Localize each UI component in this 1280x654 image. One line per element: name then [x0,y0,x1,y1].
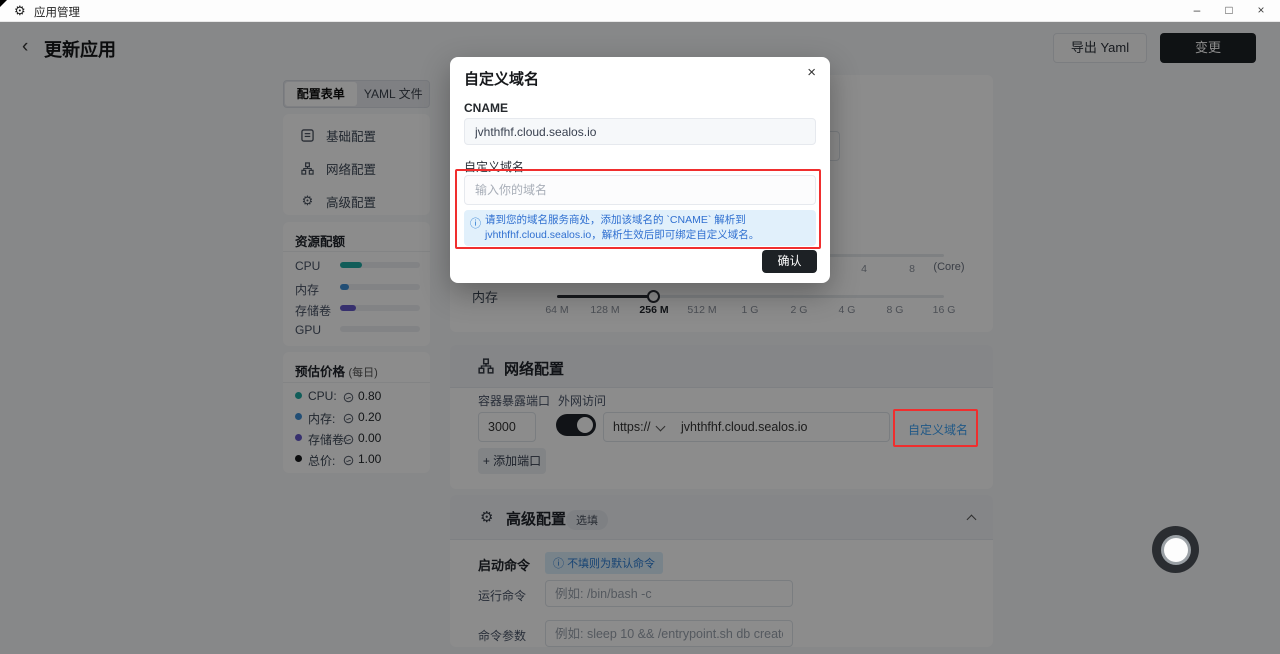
close-window-button[interactable]: × [1252,3,1270,17]
app-logo-icon: ⚙ [14,3,26,18]
minimize-button[interactable]: – [1188,3,1206,17]
confirm-button[interactable]: 确认 [762,250,817,273]
annotation-box-domain-input [455,169,821,249]
annotation-box-custom-domain-button [893,409,978,447]
cursor-indicator [1152,526,1199,573]
cname-label: CNAME [464,101,508,115]
window-title: 应用管理 [34,4,80,20]
app-window: ⚙ 应用管理 – □ × ‹ 更新应用 导出 Yaml 变更 配置表单 YAML… [0,0,1280,654]
custom-domain-modal: 自定义域名 × CNAME 自定义域名 ⓘ 请到您的域名服务商处，添加该域名的 … [450,57,830,283]
maximize-button[interactable]: □ [1220,3,1238,17]
cursor-indicator-center [1164,538,1188,562]
modal-title: 自定义域名 [464,68,539,89]
window-corner-artifact [0,0,7,7]
window-titlebar: ⚙ 应用管理 – □ × [0,0,1280,22]
cname-value-field[interactable] [464,118,816,145]
close-icon[interactable]: × [807,64,816,81]
